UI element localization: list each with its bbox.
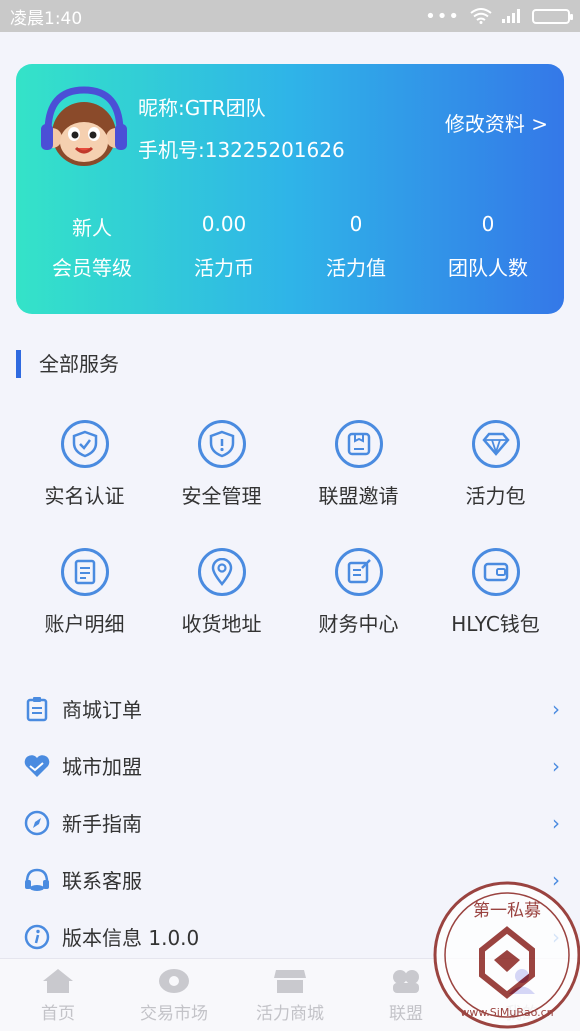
stat-member-level[interactable]: 新人 会员等级 (26, 212, 158, 281)
service-label: 账户明细 (44, 612, 125, 636)
tab-store[interactable]: 活力商城 (232, 959, 348, 1031)
menu-label: 商城订单 (62, 698, 142, 722)
stat-vitality-coin[interactable]: 0.00 活力币 (158, 212, 290, 281)
menu-label: 城市加盟 (62, 755, 142, 779)
signal-icon (502, 9, 520, 23)
more-dots-icon: ••• (425, 5, 460, 27)
service-account-details[interactable]: 账户明细 (16, 548, 153, 676)
nickname: 昵称:GTR团队 (138, 96, 266, 120)
status-time: 凌晨1:40 (10, 8, 83, 29)
stat-label: 活力值 (326, 256, 386, 280)
alliance-icon (393, 970, 419, 993)
chevron-right-icon: › (552, 753, 560, 778)
tab-label: 活力商城 (256, 1004, 324, 1024)
profile-card: 昵称:GTR团队 手机号:13225201626 修改资料 > 新人 会员等级 … (16, 64, 564, 314)
section-title: 全部服务 (16, 350, 119, 378)
service-shipping-address[interactable]: 收货地址 (153, 548, 290, 676)
store-icon (274, 970, 306, 993)
handshake-heart-icon (22, 751, 52, 781)
service-hlyc-wallet[interactable]: HLYC钱包 (427, 548, 564, 676)
service-real-name-auth[interactable]: 实名认证 (16, 420, 153, 548)
stat-value: 0.00 (201, 212, 247, 236)
battery-icon (532, 8, 573, 24)
invite-card-icon (334, 420, 383, 468)
stat-vitality-value[interactable]: 0 活力值 (290, 212, 422, 281)
tab-home[interactable]: 首页 (0, 959, 116, 1031)
home-icon (43, 969, 73, 993)
wifi-icon (470, 8, 492, 24)
avatar[interactable] (38, 82, 130, 174)
clipboard-icon (22, 694, 52, 724)
status-bar: 凌晨1:40 ••• (0, 0, 580, 32)
watermark-top-text: 第一私募 (473, 901, 541, 921)
menu-label: 新手指南 (62, 812, 142, 836)
service-label: 联盟邀请 (318, 484, 399, 508)
service-label: 实名认证 (44, 484, 125, 508)
service-label: HLYC钱包 (451, 612, 540, 636)
stat-value: 新人 (72, 216, 112, 240)
diamond-icon (471, 420, 520, 468)
chevron-right-icon: › (552, 810, 560, 835)
service-label: 活力包 (465, 484, 526, 508)
menu-item-orders[interactable]: 商城订单 › (0, 680, 580, 737)
status-icons: ••• (425, 5, 573, 27)
tab-label: 交易市场 (140, 1004, 208, 1024)
service-label: 安全管理 (181, 484, 262, 508)
service-label: 收货地址 (181, 612, 262, 636)
wallet-icon (471, 548, 520, 596)
shield-check-icon (60, 420, 109, 468)
watermark-logo: 第一私募 www.SiMuBao.cn (433, 881, 580, 1029)
compass-icon (22, 808, 52, 838)
service-finance-center[interactable]: 财务中心 (290, 548, 427, 676)
phone-number: 手机号:13225201626 (138, 138, 345, 162)
stats-row: 新人 会员等级 0.00 活力币 0 活力值 0 团队人数 (16, 212, 564, 281)
menu-item-city-franchise[interactable]: 城市加盟 › (0, 737, 580, 794)
menu-item-beginner-guide[interactable]: 新手指南 › (0, 794, 580, 851)
document-icon (60, 548, 109, 596)
edit-note-icon (334, 548, 383, 596)
stat-value: 0 (349, 212, 363, 236)
shield-alert-icon (197, 420, 246, 468)
headset-icon (22, 865, 52, 895)
market-icon (159, 969, 189, 993)
edit-profile-button[interactable]: 修改资料 > (445, 108, 548, 137)
stat-label: 活力币 (194, 256, 254, 280)
chevron-right-icon: › (552, 696, 560, 721)
info-icon (22, 922, 52, 952)
service-security[interactable]: 安全管理 (153, 420, 290, 548)
service-invite[interactable]: 联盟邀请 (290, 420, 427, 548)
tab-label: 联盟 (389, 1004, 423, 1024)
stat-label: 团队人数 (448, 256, 528, 280)
tab-label: 首页 (41, 1004, 75, 1024)
stat-label: 会员等级 (52, 256, 132, 280)
watermark-url-text: www.SiMuBao.cn (460, 1006, 553, 1019)
service-label: 财务中心 (318, 612, 399, 636)
tab-market[interactable]: 交易市场 (116, 959, 232, 1031)
services-grid: 实名认证 安全管理 联盟邀请 活力包 账户明细 收货地址 财务中心 HLYC钱包 (16, 420, 564, 676)
location-pin-icon (197, 548, 246, 596)
service-vitality-pack[interactable]: 活力包 (427, 420, 564, 548)
stat-value: 0 (481, 212, 495, 236)
stat-team-count[interactable]: 0 团队人数 (422, 212, 554, 281)
